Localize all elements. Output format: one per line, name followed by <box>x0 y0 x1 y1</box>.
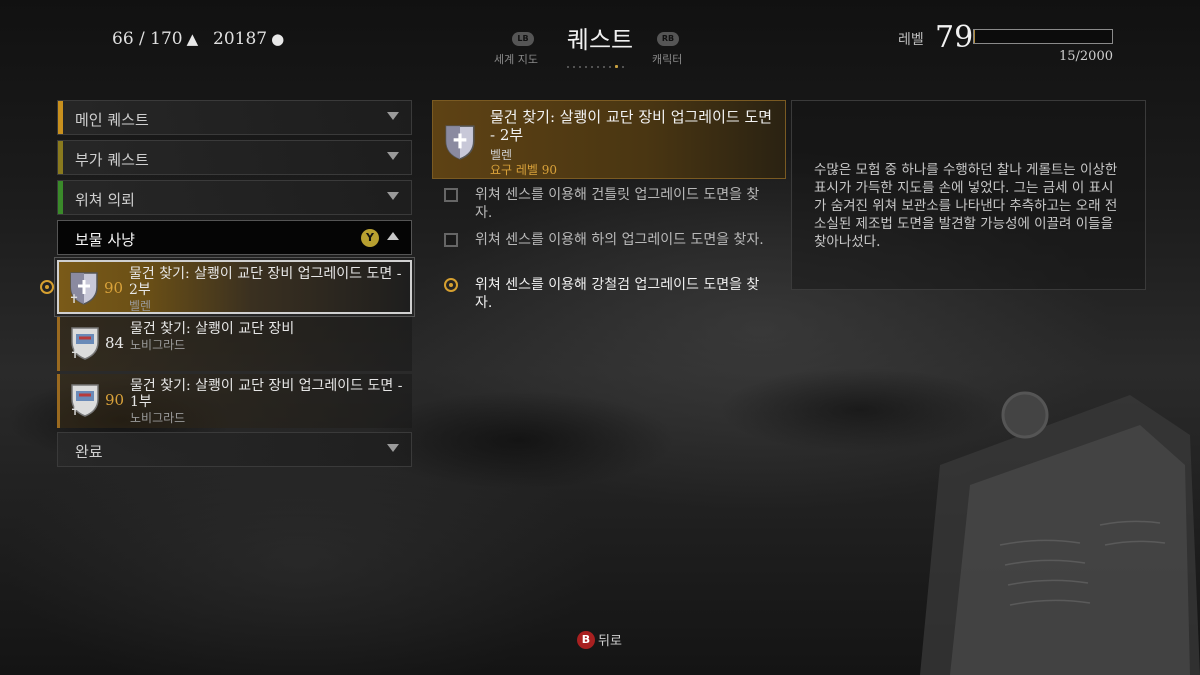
weight-value: 66 / 170 <box>112 29 183 49</box>
quest-level-requirement: 요구 레벨 90 <box>490 163 558 177</box>
sword-icon: ✝ <box>70 347 81 361</box>
category-label: 위쳐 의뢰 <box>75 191 135 209</box>
category-color-bar <box>58 181 63 214</box>
category-side-quests[interactable]: 부가 퀘스트 <box>57 140 412 175</box>
quest-region: 노비그라드 <box>130 411 186 425</box>
y-button-icon[interactable]: Y <box>361 229 379 247</box>
xp-bar <box>973 29 1113 44</box>
level-value: 79 <box>935 20 974 55</box>
category-label: 메인 퀘스트 <box>75 111 149 129</box>
quest-item[interactable]: ✝ 84 물건 찾기: 살쾡이 교단 장비 노비그라드 <box>57 317 412 371</box>
page-indicator-dots <box>567 56 631 68</box>
inventory-weight: 66 / 170 ▲ <box>112 29 198 49</box>
chevron-down-icon <box>387 152 399 160</box>
quest-level: 90 <box>104 279 124 297</box>
page-title: 퀘스트 <box>566 26 634 54</box>
quest-item-selected[interactable]: ✝ 90 물건 찾기: 살쾡이 교단 장비 업그레이드 도면 - 2부 벨렌 <box>40 257 415 317</box>
top-bar: 66 / 170 ▲ 20187 ● LB 세계 지도 퀘스트 RB 캐릭터 레벨 … <box>0 0 1200 80</box>
quest-title: 물건 찾기: 살쾡이 교단 장비 업그레이드 도면 - 2부 벨렌 <box>129 266 409 314</box>
money-value: 20187 <box>213 29 268 49</box>
quest-region: 벨렌 <box>129 299 152 313</box>
checkbox-icon <box>444 188 458 202</box>
sword-icon: ✝ <box>69 292 80 306</box>
level-label: 레벨 <box>898 32 924 48</box>
quest-title-text: 물건 찾기: 살쾡이 교단 장비 업그레이드 도면 - 2부 <box>129 266 402 298</box>
tracked-objective-icon <box>444 278 458 292</box>
objective-text: 위쳐 센스를 이용해 건틀릿 업그레이드 도면을 찾자. <box>475 187 760 221</box>
category-treasure-hunts[interactable]: 보물 사냥 Y <box>57 220 412 255</box>
quest-title-text: 물건 찾기: 살쾡이 교단 장비 업그레이드 도면 - 1부 <box>130 378 403 410</box>
money-display: 20187 ● <box>213 29 284 49</box>
quest-detail-header: 물건 찾기: 살쾡이 교단 장비 업그레이드 도면 - 2부 벨렌 요구 레벨 … <box>432 100 786 179</box>
b-button-icon: B <box>577 630 595 649</box>
category-color-bar <box>58 141 63 174</box>
griffin-shield-icon <box>445 125 475 160</box>
checkbox-icon <box>444 233 458 247</box>
quest-detail-title: 물건 찾기: 살쾡이 교단 장비 업그레이드 도면 - 2부 <box>490 108 773 144</box>
category-label: 보물 사냥 <box>75 231 135 249</box>
sword-icon: ✝ <box>70 404 81 418</box>
nav-character[interactable]: 캐릭터 <box>652 51 682 67</box>
objective-text: 위쳐 센스를 이용해 강철검 업그레이드 도면을 찾자. <box>475 277 760 311</box>
coin-icon: ● <box>271 30 285 48</box>
weight-icon: ▲ <box>186 30 199 48</box>
chevron-up-icon <box>387 232 399 240</box>
category-witcher-contracts[interactable]: 위쳐 의뢰 <box>57 180 412 215</box>
back-button[interactable]: B 뒤로 <box>577 629 622 649</box>
tracked-quest-icon <box>40 280 54 294</box>
rb-button-icon[interactable]: RB <box>657 32 679 46</box>
category-label: 부가 퀘스트 <box>75 151 149 169</box>
category-color-bar <box>58 101 63 134</box>
quest-objectives-panel: 물건 찾기: 살쾡이 교단 장비 업그레이드 도면 - 2부 벨렌 요구 레벨 … <box>432 100 786 350</box>
back-label: 뒤로 <box>598 634 622 649</box>
chevron-down-icon <box>387 444 399 452</box>
quest-list-panel: 메인 퀘스트 부가 퀘스트 위쳐 의뢰 보물 사냥 Y ✝ 90 물건 찾기: … <box>40 100 415 472</box>
quest-item[interactable]: ✝ 90 물건 찾기: 살쾡이 교단 장비 업그레이드 도면 - 1부 노비그라… <box>57 374 412 428</box>
quest-description-panel: 수많은 모험 중 하나를 수행하던 찰나 게롤트는 이상한 표시가 가득한 지도… <box>791 100 1146 290</box>
category-main-quests[interactable]: 메인 퀘스트 <box>57 100 412 135</box>
quest-title: 물건 찾기: 살쾡이 교단 장비 업그레이드 도면 - 1부 노비그라드 <box>130 378 410 426</box>
xp-bar-fill <box>974 30 976 43</box>
objective-text: 위쳐 센스를 이용해 하의 업그레이드 도면을 찾자. <box>475 232 764 248</box>
quest-level: 90 <box>105 391 125 409</box>
chevron-down-icon <box>387 112 399 120</box>
map-scroll-art <box>920 391 1200 675</box>
quest-description: 수많은 모험 중 하나를 수행하던 찰나 게롤트는 이상한 표시가 가득한 지도… <box>814 162 1118 250</box>
category-completed[interactable]: 완료 <box>57 432 412 467</box>
quest-level: 84 <box>105 334 125 352</box>
quest-region: 노비그라드 <box>130 338 186 352</box>
quest-title: 물건 찾기: 살쾡이 교단 장비 노비그라드 <box>130 321 410 353</box>
category-label: 완료 <box>75 443 103 461</box>
lb-button-icon[interactable]: LB <box>512 32 534 46</box>
quest-title-text: 물건 찾기: 살쾡이 교단 장비 <box>130 321 295 337</box>
nav-world-map[interactable]: 세계 지도 <box>494 51 538 67</box>
chevron-down-icon <box>387 192 399 200</box>
xp-text: 15/2000 <box>1058 49 1113 64</box>
